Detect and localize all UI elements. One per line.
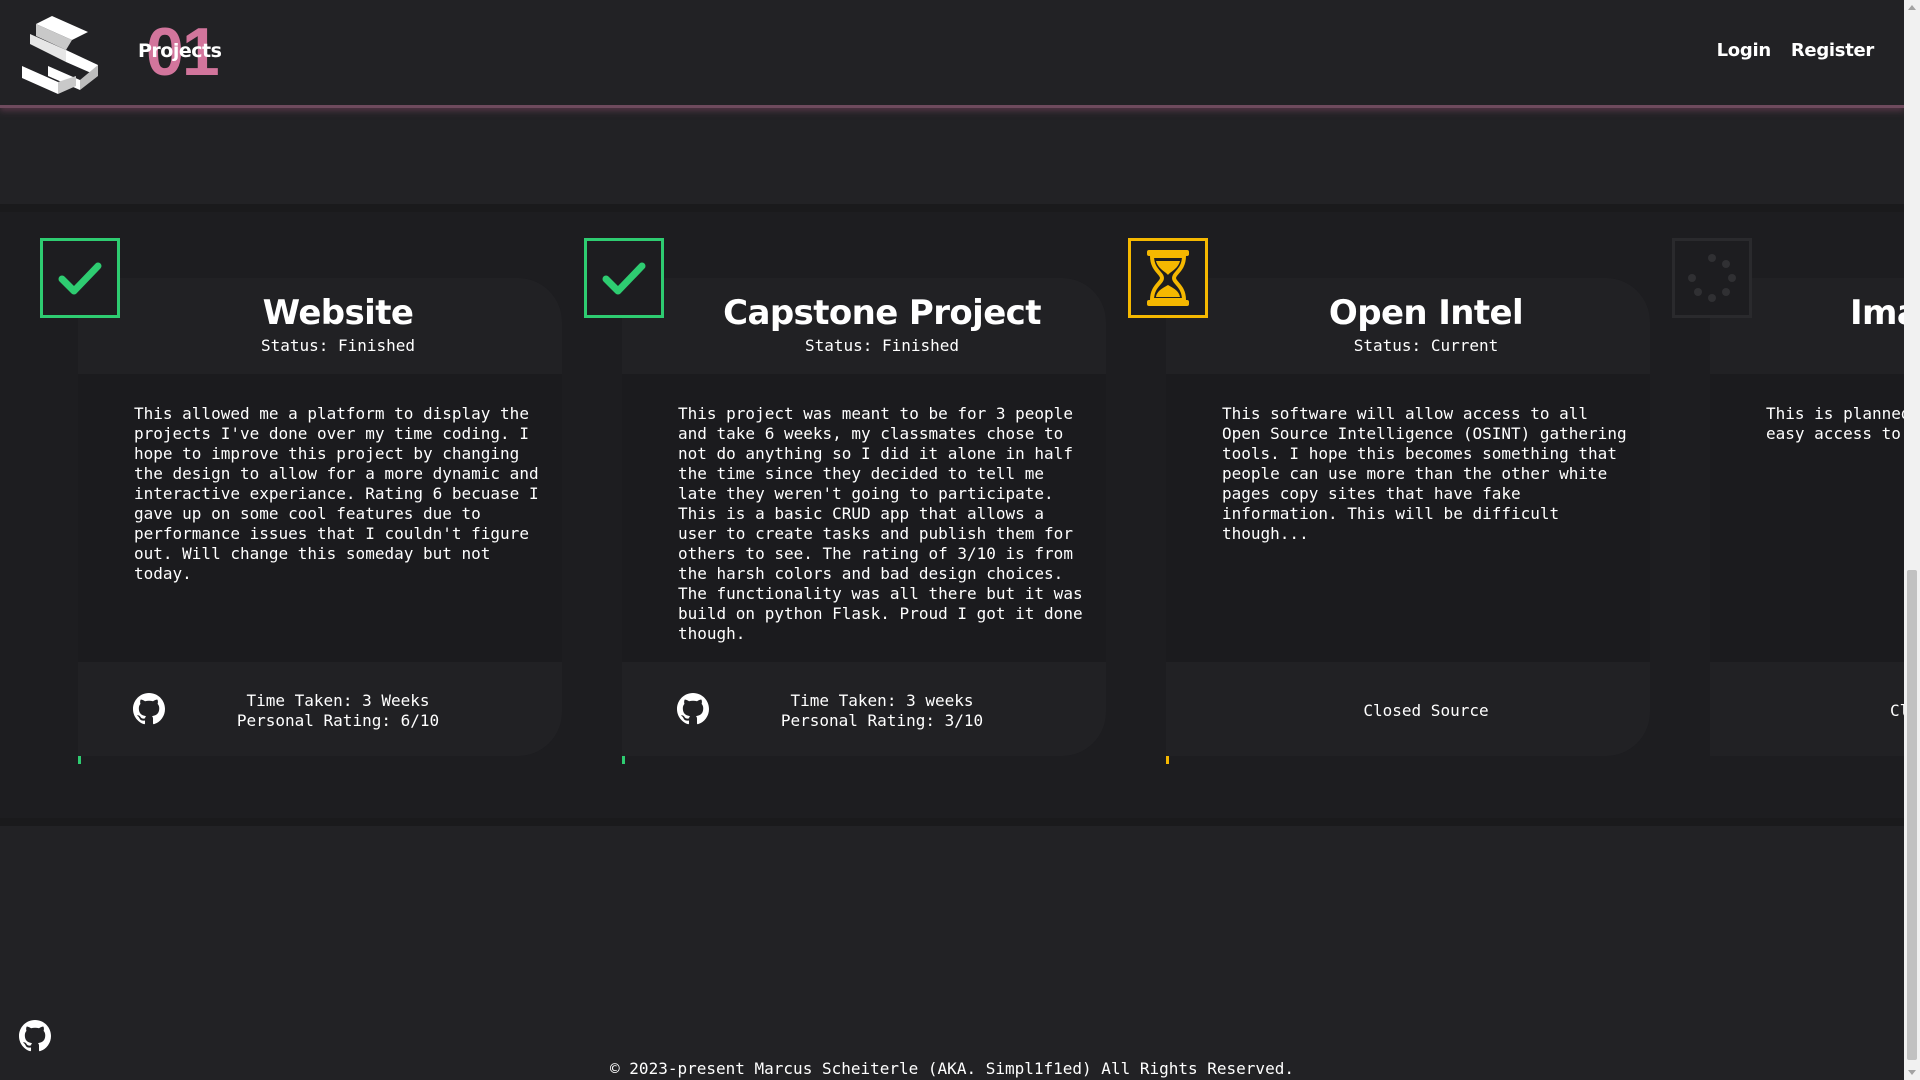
status-badge xyxy=(40,238,120,318)
closed-source-label: Cl xyxy=(1890,701,1904,720)
project-title: Open Intel xyxy=(1328,293,1524,333)
login-link[interactable]: Login xyxy=(1717,40,1772,61)
project-description: This software will allow access to all O… xyxy=(1222,404,1627,543)
register-link[interactable]: Register xyxy=(1791,40,1874,61)
project-card-website: Website Status: Finished This allowed me… xyxy=(40,212,584,818)
project-card-image-tagging: Ima St This is planned as tagging websit… xyxy=(1672,212,1904,818)
project-meta: Time Taken: 3 weeks Personal Rating: 3/1… xyxy=(658,691,1106,731)
project-description: This is planned as tagging website. T an… xyxy=(1766,404,1904,443)
personal-rating: Personal Rating: 6/10 xyxy=(236,711,440,730)
status-badge xyxy=(1672,238,1752,318)
time-taken: Time Taken: 3 weeks xyxy=(790,691,974,710)
logo-icon[interactable] xyxy=(18,10,110,98)
spinner-icon xyxy=(1688,254,1736,302)
status-badge xyxy=(584,238,664,318)
page-scrollbar[interactable] xyxy=(1904,0,1920,1080)
project-status: Status: Current xyxy=(1353,336,1499,355)
top-nav: Login Register xyxy=(1717,40,1875,61)
scroll-thumb[interactable] xyxy=(1907,570,1917,1060)
check-icon xyxy=(602,262,646,295)
project-title: Website xyxy=(262,293,414,333)
card-footer: Cl xyxy=(1710,662,1904,756)
site-header: 01 Projects Login Register xyxy=(0,0,1904,108)
project-status: Status: Finished xyxy=(804,336,960,355)
card-header: Capstone Project Status: Finished xyxy=(622,278,1106,374)
project-title: Capstone Project xyxy=(723,293,1041,333)
check-icon xyxy=(58,262,102,295)
project-description: This allowed me a platform to display th… xyxy=(134,404,539,583)
scroll-down-arrow-icon[interactable] xyxy=(1908,1070,1916,1075)
closed-source-label: Closed Source xyxy=(1363,701,1489,720)
card-header: Website Status: Finished xyxy=(78,278,562,374)
project-meta: Time Taken: 3 Weeks Personal Rating: 6/1… xyxy=(114,691,562,731)
card-footer: Time Taken: 3 Weeks Personal Rating: 6/1… xyxy=(78,662,562,756)
project-title: Ima xyxy=(1850,293,1904,333)
personal-rating: Personal Rating: 3/10 xyxy=(780,711,984,730)
scroll-up-arrow-icon[interactable] xyxy=(1908,5,1916,10)
project-card: Capstone Project Status: Finished This p… xyxy=(622,278,1106,756)
card-header: Open Intel Status: Current xyxy=(1166,278,1650,374)
github-icon[interactable] xyxy=(19,1020,51,1052)
project-card-capstone: Capstone Project Status: Finished This p… xyxy=(584,212,1128,818)
hourglass-icon xyxy=(1147,250,1189,306)
project-card: Open Intel Status: Current This software… xyxy=(1166,278,1650,756)
project-card: Ima St This is planned as tagging websit… xyxy=(1710,278,1904,756)
project-card: Website Status: Finished This allowed me… xyxy=(78,278,562,756)
project-card-open-intel: Open Intel Status: Current This software… xyxy=(1128,212,1672,818)
page-title: Projects xyxy=(138,40,222,62)
projects-carousel[interactable]: Website Status: Finished This allowed me… xyxy=(0,204,1904,826)
card-footer: Time Taken: 3 weeks Personal Rating: 3/1… xyxy=(622,662,1106,756)
project-status: St xyxy=(1746,336,1904,355)
copyright-text: © 2023-present Marcus Scheiterle (AKA. S… xyxy=(610,1059,1294,1078)
time-taken: Time Taken: 3 Weeks xyxy=(246,691,430,710)
project-description: This project was meant to be for 3 peopl… xyxy=(678,404,1083,643)
card-footer: Closed Source xyxy=(1166,662,1650,756)
project-status: Status: Finished xyxy=(260,336,416,355)
status-badge xyxy=(1128,238,1208,318)
